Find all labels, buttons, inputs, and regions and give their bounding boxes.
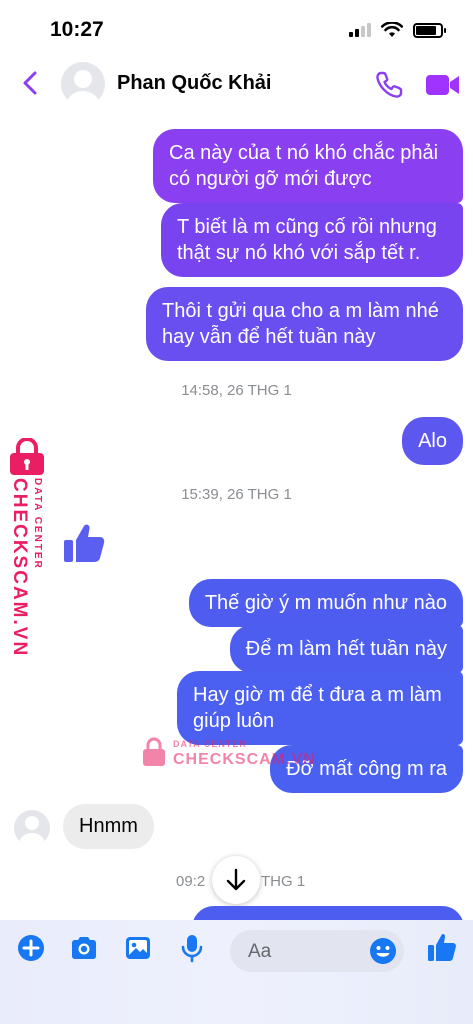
message-text-line: Hay giờ m để t đưa a m làm — [193, 684, 442, 706]
message-input-placeholder: Aa — [248, 941, 272, 962]
message-text-line: T biết là m cũng cố rồi nhưng — [177, 216, 437, 238]
arrow-down-icon — [226, 868, 246, 891]
microphone-icon[interactable] — [177, 933, 207, 963]
timestamp-part: 09:2 — [176, 873, 206, 890]
phone-call-icon[interactable] — [374, 70, 404, 100]
message-text-line: Ca này của t nó khó chắc phải — [169, 142, 439, 164]
message-text-line: thật sự nó khó với sắp tết r. — [177, 242, 421, 264]
message-bubble-outgoing[interactable]: Để m làm hết tuần này — [229, 625, 463, 673]
message-bubble-incoming[interactable]: Hnmm — [63, 804, 154, 849]
cellular-signal-icon — [349, 23, 371, 37]
watermark-side: CHECKSCAM.VN DATA CENTER — [4, 438, 54, 657]
plus-circle-icon[interactable] — [16, 933, 46, 963]
message-bubble-outgoing[interactable]: Thế giờ ý m muốn như nào — [188, 579, 463, 627]
timestamp-part: THG 1 — [261, 873, 306, 890]
camera-icon[interactable] — [69, 933, 99, 963]
scroll-to-bottom-button[interactable] — [212, 856, 260, 904]
wifi-icon — [381, 22, 403, 37]
message-text-line: Hnmm — [79, 815, 138, 837]
contact-avatar-small[interactable] — [14, 810, 50, 846]
status-icons — [349, 22, 446, 38]
watermark-subtitle: DATA CENTER — [32, 478, 43, 570]
gallery-image-icon[interactable] — [123, 933, 153, 963]
message-text-line: có người gỡ mới được — [169, 168, 372, 190]
timestamp: 14:58, 26 THG 1 — [181, 382, 292, 399]
watermark-subtitle: DATA CENTER — [173, 739, 247, 749]
watermark-center: DATA CENTER CHECKSCAM.VN — [140, 735, 315, 775]
message-text-line: Thế giờ ý m muốn như nào — [204, 592, 447, 614]
timestamp: 15:39, 26 THG 1 — [181, 486, 292, 503]
message-text-line: Thôi t gửi qua cho a m làm nhé — [162, 300, 439, 322]
back-chevron-icon[interactable] — [18, 70, 44, 96]
lock-icon — [10, 438, 44, 475]
message-text-line: Alo — [418, 430, 447, 452]
battery-icon — [413, 22, 446, 38]
message-bubble-outgoing[interactable]: Hay giờ m để t đưa a m làm giúp luôn — [177, 671, 463, 745]
watermark-brand: CHECKSCAM.VN — [9, 478, 30, 658]
message-bubble-outgoing[interactable]: Alo — [402, 417, 463, 465]
message-text-line: Để m làm hết tuần này — [245, 638, 447, 660]
chat-header: Phan Quốc Khải — [0, 58, 473, 110]
message-text-line: hay vẫn để hết tuần này — [162, 326, 376, 348]
watermark-brand: CHECKSCAM.VN — [173, 751, 316, 768]
video-call-icon[interactable] — [425, 72, 461, 98]
status-bar: 10:27 — [0, 0, 473, 58]
status-time: 10:27 — [50, 18, 104, 41]
thumbs-up-send-icon[interactable] — [426, 932, 458, 964]
contact-name[interactable]: Phan Quốc Khải — [117, 72, 271, 95]
message-text-line: giúp luôn — [193, 710, 275, 732]
message-bubble-outgoing[interactable]: Ca này của t nó khó chắc phải có người g… — [153, 129, 463, 203]
message-bubble-outgoing[interactable]: Thôi t gửi qua cho a m làm nhé hay vẫn đ… — [146, 287, 463, 361]
thumbs-up-reaction-icon[interactable] — [60, 520, 108, 568]
emoji-smile-icon[interactable] — [368, 936, 398, 966]
contact-avatar[interactable] — [61, 62, 105, 106]
lock-icon — [143, 737, 165, 766]
message-bubble-outgoing[interactable]: T biết là m cũng cố rồi nhưng thật sự nó… — [161, 203, 463, 277]
